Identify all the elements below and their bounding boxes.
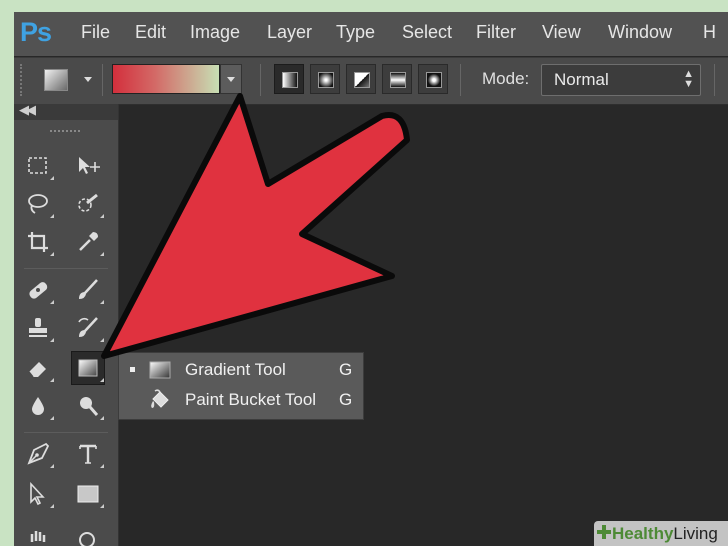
watermark-brand: Healthy <box>612 524 674 543</box>
red-pointer-arrow-icon <box>101 93 410 359</box>
watermark-suffix: Living <box>673 524 718 543</box>
healthy-living-watermark: HealthyLiving <box>594 521 728 546</box>
health-cross-icon <box>597 525 611 539</box>
screenshot-frame: Ps File Edit Image Layer Type Select Fil… <box>0 0 728 546</box>
